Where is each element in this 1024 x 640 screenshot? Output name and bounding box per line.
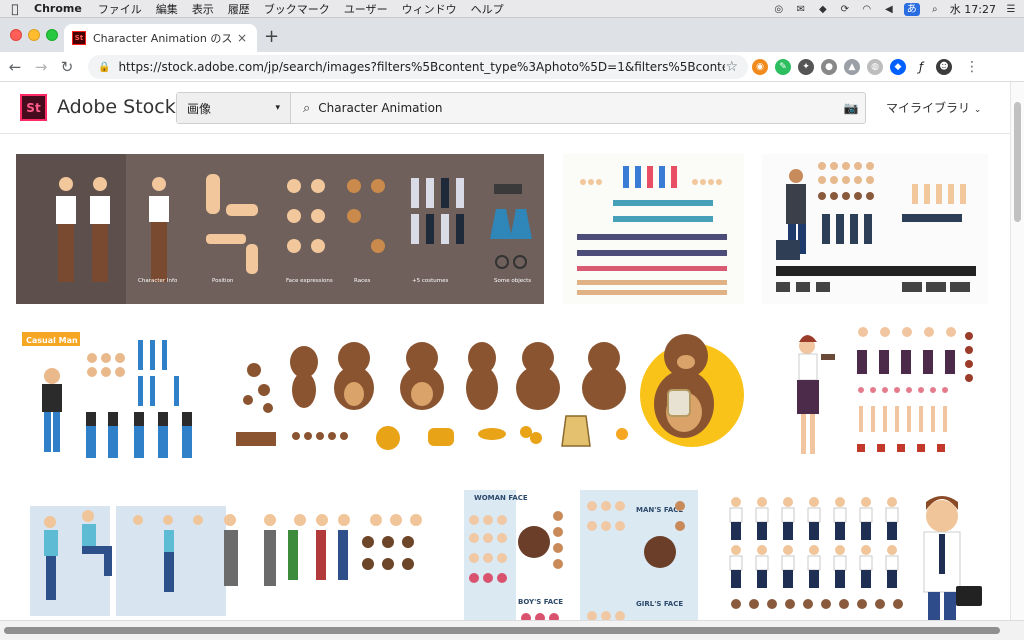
extension-dark-icon[interactable]: ✦	[798, 59, 814, 75]
drive-icon[interactable]: ▲	[844, 59, 860, 75]
menu-app-chrome[interactable]: Chrome	[30, 2, 91, 15]
menu-view[interactable]: 表示	[185, 1, 221, 17]
dropbox-extension-icon[interactable]: ◆	[890, 59, 906, 75]
man-outfits-illustration	[776, 162, 976, 292]
faces-set-illustration: WOMAN FACE MAN'S FACE BOY'S FACE GIRL'S …	[464, 490, 698, 620]
menu-bookmarks[interactable]: ブックマーク	[257, 1, 337, 17]
label-boys-face: BOY'S FACE	[518, 598, 563, 606]
result-thumbnail-4[interactable]: Casual Man	[16, 320, 205, 470]
browser-toolbar: ← → ↻ 🔒 https://stock.adobe.com/jp/searc…	[0, 52, 1024, 82]
extension-grey-icon[interactable]: ●	[821, 59, 837, 75]
font-extension-icon[interactable]: ƒ	[913, 59, 929, 75]
volume-icon[interactable]: ◀	[882, 3, 896, 15]
reload-icon[interactable]: ↻	[56, 58, 78, 76]
adobe-stock-logo[interactable]: St	[20, 94, 47, 121]
adobe-stock-header: St Adobe Stock 画像 ▾ ⌕ 📷 マイライブラリ ⌄	[0, 82, 1010, 134]
extension-lightgrey-icon[interactable]: ◍	[867, 59, 883, 75]
result-thumbnail-2[interactable]	[563, 154, 744, 304]
tab-close-icon[interactable]: ×	[235, 31, 249, 45]
evernote-icon[interactable]: ✎	[775, 59, 791, 75]
man-poses-illustration	[30, 506, 422, 616]
input-method-indicator[interactable]: あ	[903, 2, 920, 16]
bookmark-star-icon[interactable]: ☆	[725, 59, 738, 75]
apple-menu-icon[interactable]: 	[0, 2, 30, 16]
label-girls-face: GIRL'S FACE	[636, 600, 683, 608]
new-tab-button[interactable]: +	[264, 28, 279, 46]
browser-tab-active[interactable]: St Character Animation のストックイ ×	[64, 24, 257, 52]
creative-cloud-icon[interactable]: ◎	[772, 3, 786, 15]
result-thumbnail-8[interactable]: WOMAN FACE MAN'S FACE BOY'S FACE GIRL'S …	[460, 486, 702, 620]
window-close-button[interactable]	[10, 29, 22, 41]
visual-search-camera-icon[interactable]: 📷	[837, 101, 865, 115]
wifi-icon[interactable]: ◠	[860, 3, 874, 15]
menu-history[interactable]: 履歴	[221, 1, 257, 17]
window-zoom-button[interactable]	[46, 29, 58, 41]
back-arrow-icon[interactable]: ←	[4, 58, 26, 76]
profile-avatar[interactable]: ☻	[936, 59, 952, 75]
search-input[interactable]	[318, 101, 837, 115]
chrome-menu-icon[interactable]: ⋮	[965, 59, 979, 75]
result-thumbnail-5[interactable]	[224, 320, 754, 470]
results-grid: Character Info Position Face expressions…	[0, 134, 1010, 620]
url-text[interactable]: https://stock.adobe.com/jp/search/images…	[118, 60, 725, 74]
label-costumes: +5 costumes	[412, 278, 448, 284]
label-casual-man: Casual Man	[26, 336, 78, 345]
label-position: Position	[212, 278, 234, 284]
extension-orange-icon[interactable]: ◉	[752, 59, 768, 75]
menu-file[interactable]: ファイル	[91, 1, 149, 17]
label-some-objects: Some objects	[494, 278, 531, 284]
chevron-down-icon: ⌄	[973, 105, 982, 115]
menu-edit[interactable]: 編集	[149, 1, 185, 17]
search-category-select[interactable]: 画像 ▾	[177, 93, 291, 123]
tab-title: Character Animation のストックイ	[93, 32, 235, 45]
label-woman-face: WOMAN FACE	[474, 494, 528, 502]
menu-user[interactable]: ユーザー	[337, 1, 395, 17]
extensions-row: ◉ ✎ ✦ ● ▲ ◍ ◆ ƒ ☻ ⋮	[752, 56, 979, 78]
adobe-stock-brand[interactable]: Adobe Stock	[57, 96, 176, 118]
result-thumbnail-3[interactable]	[762, 154, 988, 304]
label-character-info: Character Info	[138, 278, 178, 284]
label-face-expressions: Face expressions	[286, 278, 333, 284]
my-library-label: マイライブラリ	[886, 101, 971, 115]
menu-window[interactable]: ウィンドウ	[395, 1, 464, 17]
vertical-scrollbar-thumb[interactable]	[1014, 102, 1021, 222]
forward-arrow-icon[interactable]: →	[30, 58, 52, 76]
crowd-constructor-illustration	[577, 166, 727, 295]
window-minimize-button[interactable]	[28, 29, 40, 41]
search-bar: 画像 ▾ ⌕ 📷	[176, 92, 866, 124]
dropbox-icon[interactable]: ◆	[816, 3, 830, 15]
notification-center-icon[interactable]: ☰	[1004, 3, 1018, 15]
search-category-label: 画像	[187, 101, 212, 116]
character-sheet-illustration: Character Info Position Face expressions…	[16, 154, 544, 304]
result-thumbnail-9[interactable]	[720, 486, 986, 620]
menu-help[interactable]: ヘルプ	[464, 1, 511, 17]
casual-man-illustration: Casual Man	[22, 332, 192, 458]
result-thumbnail-1[interactable]: Character Info Position Face expressions…	[16, 154, 544, 304]
menubar-clock[interactable]: 水 17:27	[950, 1, 996, 17]
menubar-tray: ◎ ✉ ◆ ⟳ ◠ ◀ あ ⌕ 水 17:27 ☰	[772, 0, 1018, 18]
label-races: Races	[354, 278, 370, 284]
address-bar[interactable]: 🔒 https://stock.adobe.com/jp/search/imag…	[88, 55, 748, 79]
vertical-scrollbar[interactable]	[1010, 82, 1024, 620]
bear-character-illustration	[236, 334, 744, 450]
lock-icon[interactable]: 🔒	[98, 62, 110, 73]
waiter-woman-illustration	[797, 327, 973, 454]
horizontal-scrollbar[interactable]	[0, 620, 1024, 640]
search-icon[interactable]: ⌕	[303, 101, 310, 116]
result-thumbnail-6[interactable]	[773, 320, 988, 470]
result-thumbnail-7[interactable]	[16, 486, 440, 620]
chevron-down-icon: ▾	[275, 103, 280, 113]
spotlight-search-icon[interactable]: ⌕	[928, 3, 942, 15]
my-library-menu[interactable]: マイライブラリ ⌄	[886, 99, 981, 116]
sync-icon[interactable]: ⟳	[838, 3, 852, 15]
horizontal-scrollbar-thumb[interactable]	[4, 627, 1000, 634]
browser-tabstrip: St Character Animation のストックイ × +	[0, 18, 1024, 52]
businessman-illustration	[729, 496, 982, 620]
mail-alert-icon[interactable]: ✉	[794, 3, 808, 15]
adobe-stock-favicon: St	[72, 31, 86, 45]
macos-menubar:  Chrome ファイル 編集 表示 履歴 ブックマーク ユーザー ウィンドウ…	[0, 0, 1024, 18]
